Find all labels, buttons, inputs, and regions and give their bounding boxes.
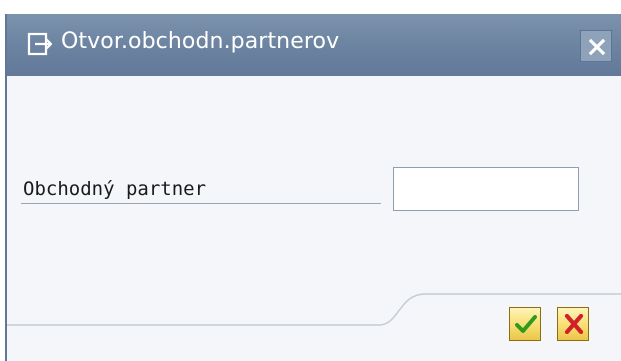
label-underline (21, 203, 381, 204)
open-dialog-icon (27, 31, 53, 57)
cancel-button[interactable] (557, 307, 589, 341)
business-partner-dialog: Otvor.obchodn.partnerov Obchodný partner (5, 14, 621, 361)
screen: Otvor.obchodn.partnerov Obchodný partner (0, 0, 621, 361)
dialog-titlebar[interactable]: Otvor.obchodn.partnerov (7, 14, 621, 76)
dialog-title: Otvor.obchodn.partnerov (61, 29, 340, 54)
business-partner-input[interactable] (393, 167, 579, 211)
confirm-button[interactable] (509, 307, 541, 341)
close-button[interactable] (580, 30, 612, 62)
business-partner-label: Obchodný partner (23, 178, 207, 200)
dialog-content: Obchodný partner (7, 76, 621, 361)
